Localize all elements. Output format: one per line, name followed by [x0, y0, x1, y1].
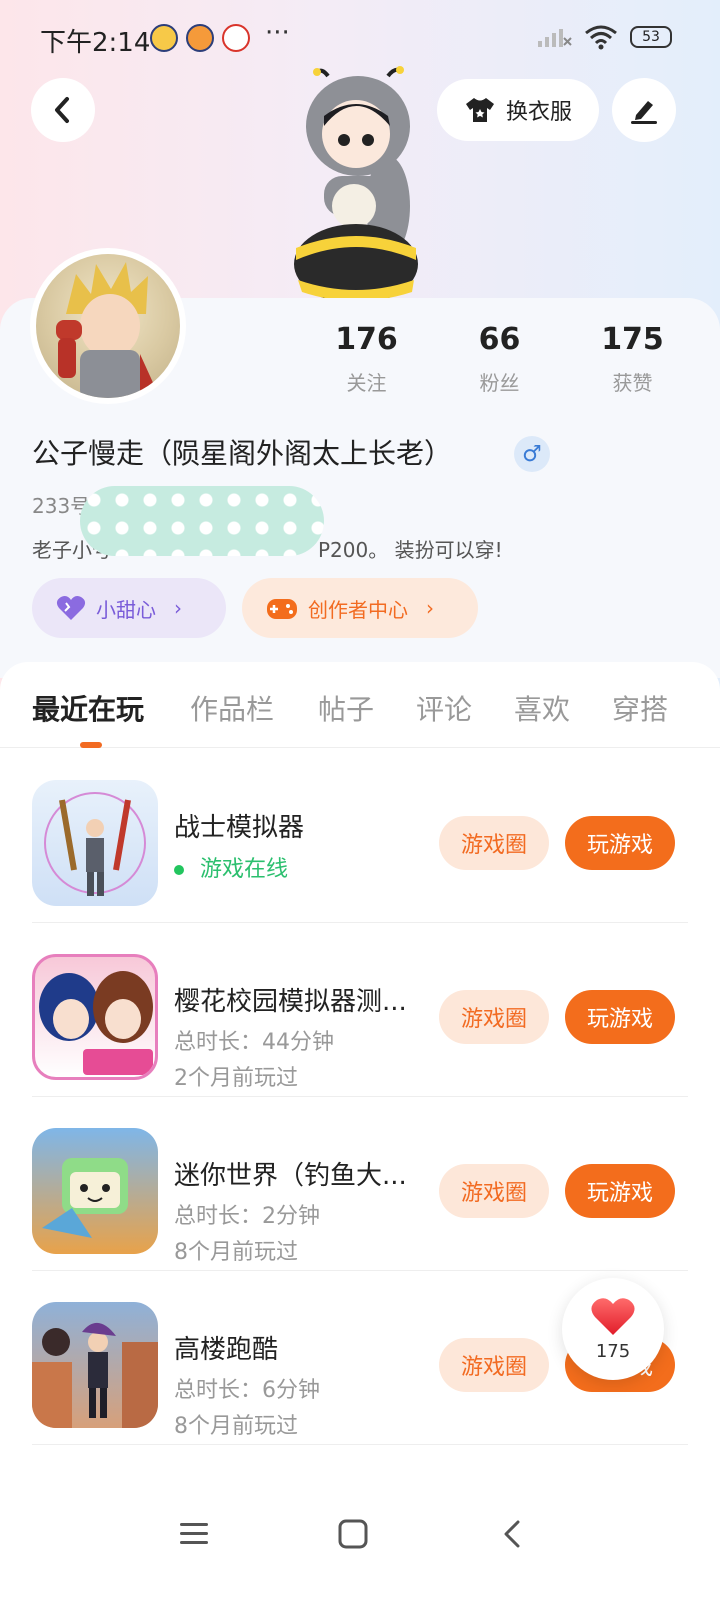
stat-followers[interactable]: 66 粉丝	[433, 322, 566, 396]
tab-outfits[interactable]: 穿搭	[612, 688, 668, 728]
play-game-button[interactable]: 玩游戏	[565, 990, 675, 1044]
stat-value: 175	[601, 322, 664, 357]
system-nav-bar	[0, 1476, 720, 1600]
game-name: 迷你世界（钓鱼大...	[174, 1161, 407, 1191]
chevron-right-icon: ›	[174, 596, 182, 620]
username: 公子慢走（陨星阁外阁太上长老）	[32, 437, 453, 470]
back-arrow-icon	[55, 97, 69, 123]
game-circle-button[interactable]: 游戏圈	[439, 1164, 549, 1218]
game-icon-parkour	[32, 1302, 158, 1428]
list-item[interactable]: 樱花校园模拟器测... 总时长：44分钟 2个月前玩过 游戏圈 玩游戏	[0, 923, 720, 1097]
game-playtime: 总时长：6分钟	[174, 1378, 320, 1403]
game-icon-sakura	[32, 954, 158, 1080]
notification-icons	[150, 24, 250, 52]
stat-value: 176	[335, 322, 398, 357]
game-circle-button[interactable]: 游戏圈	[439, 990, 549, 1044]
creator-center-button[interactable]: 创作者中心 ›	[242, 578, 478, 638]
battery-icon: 53	[630, 26, 672, 48]
sweetheart-label: 小甜心	[96, 597, 156, 622]
game-playtime: 总时长：2分钟	[174, 1204, 320, 1229]
app-notification-icon	[150, 24, 178, 52]
avatar-image	[36, 254, 180, 398]
app-notification-icon	[222, 24, 250, 52]
stat-label: 粉丝	[479, 371, 520, 395]
game-playtime: 总时长：44分钟	[174, 1030, 334, 1055]
status-right: 53	[538, 24, 672, 50]
heart-icon	[591, 1297, 635, 1335]
system-back-button[interactable]	[482, 1504, 542, 1564]
home-button[interactable]	[323, 1504, 383, 1564]
game-online-status: 游戏在线	[174, 851, 288, 883]
sweetheart-button[interactable]: 小甜心 ›	[32, 578, 226, 638]
home-square-icon	[338, 1519, 368, 1549]
edit-profile-button[interactable]	[612, 78, 676, 142]
shirt-icon	[465, 98, 494, 122]
tab-recent-play[interactable]: 最近在玩	[32, 688, 144, 728]
online-label: 游戏在线	[200, 857, 289, 882]
game-last-played: 8个月前玩过	[174, 1414, 298, 1439]
game-icon-mini-world	[32, 1128, 158, 1254]
creator-center-label: 创作者中心	[308, 597, 408, 622]
game-icon-warrior	[32, 780, 158, 906]
game-circle-button[interactable]: 游戏圈	[439, 1338, 549, 1392]
gamepad-icon	[267, 599, 297, 619]
menu-button[interactable]	[164, 1504, 224, 1564]
tab-likes[interactable]: 喜欢	[514, 688, 570, 728]
signal-icon	[538, 29, 572, 47]
tab-comments[interactable]: 评论	[416, 688, 472, 728]
avatar[interactable]	[30, 248, 186, 404]
game-name: 战士模拟器	[174, 813, 305, 843]
play-game-button[interactable]: 玩游戏	[565, 816, 675, 870]
stat-label: 关注	[346, 371, 387, 395]
edit-pen-icon	[631, 101, 657, 124]
tab-posts[interactable]: 帖子	[318, 688, 374, 728]
online-dot-icon	[174, 865, 184, 875]
back-button[interactable]	[31, 78, 95, 142]
game-last-played: 2个月前玩过	[174, 1066, 298, 1091]
heart-icon	[56, 596, 86, 620]
more-notifications-icon: ···	[265, 18, 290, 48]
bio-suffix: P200。 装扮可以穿!	[318, 538, 503, 562]
play-game-button[interactable]: 玩游戏	[565, 1164, 675, 1218]
back-triangle-icon	[504, 1520, 520, 1548]
stat-likes[interactable]: 175 获赞	[566, 322, 699, 396]
game-name: 樱花校园模拟器测...	[174, 987, 407, 1017]
chevron-right-icon: ›	[426, 596, 434, 620]
menu-icon	[180, 1523, 208, 1544]
status-time: 下午2:14	[40, 28, 151, 58]
like-button[interactable]: 175	[562, 1278, 664, 1380]
like-count: 175	[595, 1340, 631, 1362]
stat-label: 获赞	[612, 371, 653, 395]
privacy-mask	[80, 486, 324, 556]
male-gender-icon: ♂	[514, 436, 550, 472]
tab-works[interactable]: 作品栏	[190, 688, 274, 728]
change-outfit-button[interactable]: 换衣服	[437, 79, 599, 141]
app-notification-icon	[186, 24, 214, 52]
list-item[interactable]: 迷你世界（钓鱼大... 总时长：2分钟 8个月前玩过 游戏圈 玩游戏	[0, 1097, 720, 1271]
wifi-icon	[585, 25, 617, 50]
tab-indicator	[80, 742, 102, 748]
profile-stats: 176 关注 66 粉丝 175 获赞	[300, 322, 700, 396]
change-outfit-label: 换衣服	[505, 100, 572, 125]
list-item[interactable]: 战士模拟器 游戏在线 游戏圈 玩游戏	[0, 749, 720, 923]
stat-value: 66	[478, 322, 521, 357]
game-circle-button[interactable]: 游戏圈	[439, 816, 549, 870]
avatar-3d-figure	[294, 66, 418, 304]
game-name: 高楼跑酷	[174, 1335, 279, 1365]
game-last-played: 8个月前玩过	[174, 1240, 298, 1265]
stat-following[interactable]: 176 关注	[300, 322, 433, 396]
